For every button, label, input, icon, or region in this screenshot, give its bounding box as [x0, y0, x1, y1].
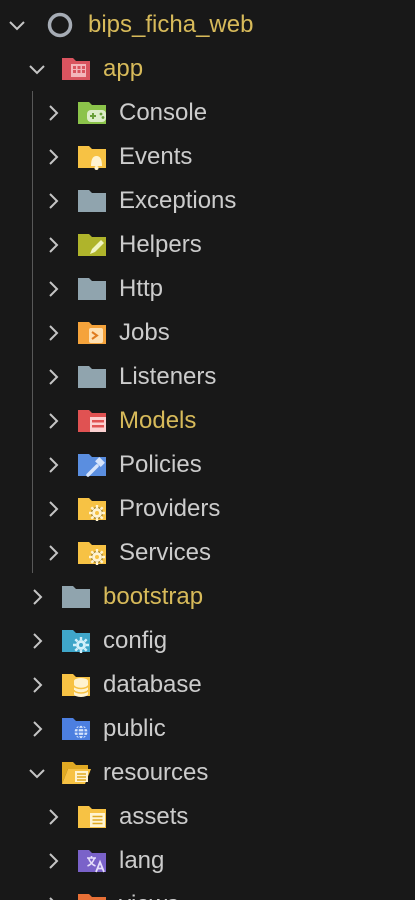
- models-folder-icon: [76, 406, 108, 436]
- tree-item-label: Services: [119, 539, 212, 566]
- chevron-right-icon: [42, 410, 64, 432]
- tree-item-label: Listeners: [119, 363, 217, 390]
- tree-item-label: assets: [119, 803, 189, 830]
- tree-item-http[interactable]: Http: [0, 267, 415, 311]
- tree-item-label: public: [103, 715, 166, 742]
- repo-circle-icon: [44, 10, 76, 40]
- events-folder-icon: [76, 142, 108, 172]
- tree-item-bootstrap[interactable]: bootstrap: [0, 575, 415, 619]
- policies-folder-icon: [76, 450, 108, 480]
- chevron-right-icon: [42, 850, 64, 872]
- public-folder-icon: [60, 714, 92, 744]
- console-folder-icon: [76, 98, 108, 128]
- tree-item-label: lang: [119, 847, 165, 874]
- chevron-right-icon: [26, 586, 48, 608]
- tree-item-listeners[interactable]: Listeners: [0, 355, 415, 399]
- folder-icon: [76, 362, 108, 392]
- views-folder-icon: [76, 890, 108, 900]
- tree-item-providers[interactable]: Providers: [0, 487, 415, 531]
- helpers-folder-icon: [76, 230, 108, 260]
- folder-icon: [60, 582, 92, 612]
- chevron-right-icon: [42, 454, 64, 476]
- chevron-right-icon: [42, 278, 64, 300]
- chevron-right-icon: [42, 146, 64, 168]
- tree-item-label: views: [119, 883, 179, 900]
- tree-item-assets[interactable]: assets: [0, 795, 415, 839]
- tree-item-console[interactable]: Console: [0, 91, 415, 135]
- tree-item-public[interactable]: public: [0, 707, 415, 751]
- database-folder-icon: [60, 670, 92, 700]
- tree-item-policies[interactable]: Policies: [0, 443, 415, 487]
- tree-item-label: database: [103, 671, 202, 698]
- tree-item-lang[interactable]: lang: [0, 839, 415, 883]
- chevron-right-icon: [42, 102, 64, 124]
- folder-icon: [76, 274, 108, 304]
- tree-item-config[interactable]: config: [0, 619, 415, 663]
- lang-folder-icon: [76, 846, 108, 876]
- chevron-right-icon: [42, 366, 64, 388]
- tree-item-label: Console: [119, 99, 208, 126]
- tree-item-label: Policies: [119, 451, 202, 478]
- tree-item-services[interactable]: Services: [0, 531, 415, 575]
- tree-item-label: Models: [119, 407, 197, 434]
- chevron-right-icon: [42, 190, 64, 212]
- chevron-down-icon: [26, 58, 48, 80]
- tree-item-label: Helpers: [119, 231, 202, 258]
- tree-item-exceptions[interactable]: Exceptions: [0, 179, 415, 223]
- folder-icon: [76, 186, 108, 216]
- tree-item-bips-ficha-web[interactable]: bips_ficha_web: [0, 3, 415, 47]
- providers-folder-icon: [76, 494, 108, 524]
- tree-item-database[interactable]: database: [0, 663, 415, 707]
- chevron-right-icon: [26, 630, 48, 652]
- file-explorer: bips_ficha_web app Console Events Except…: [0, 0, 415, 900]
- chevron-right-icon: [42, 806, 64, 828]
- chevron-down-icon: [26, 762, 48, 784]
- tree-item-label: resources: [103, 759, 209, 786]
- app-folder-icon: [60, 54, 92, 84]
- tree-item-label: bips_ficha_web: [88, 11, 254, 38]
- tree-item-resources[interactable]: resources: [0, 751, 415, 795]
- tree-item-views[interactable]: views: [0, 883, 415, 900]
- tree-item-label: Events: [119, 143, 193, 170]
- tree-item-label: bootstrap: [103, 583, 204, 610]
- tree-item-models[interactable]: Models: [0, 399, 415, 443]
- chevron-right-icon: [42, 542, 64, 564]
- tree-item-app[interactable]: app: [0, 47, 415, 91]
- tree-item-jobs[interactable]: Jobs: [0, 311, 415, 355]
- tree-item-label: Exceptions: [119, 187, 237, 214]
- chevron-right-icon: [42, 498, 64, 520]
- services-folder-icon: [76, 538, 108, 568]
- assets-folder-icon: [76, 802, 108, 832]
- chevron-right-icon: [42, 322, 64, 344]
- jobs-folder-icon: [76, 318, 108, 348]
- chevron-right-icon: [26, 718, 48, 740]
- tree-item-label: Jobs: [119, 319, 170, 346]
- tree-item-label: app: [103, 55, 144, 82]
- tree-item-label: Http: [119, 275, 164, 302]
- tree-item-events[interactable]: Events: [0, 135, 415, 179]
- resources-folder-open-icon: [60, 758, 92, 788]
- tree-item-label: Providers: [119, 495, 221, 522]
- chevron-right-icon: [42, 234, 64, 256]
- chevron-right-icon: [26, 674, 48, 696]
- tree-item-label: config: [103, 627, 168, 654]
- chevron-down-icon: [6, 14, 28, 36]
- config-folder-icon: [60, 626, 92, 656]
- tree-item-helpers[interactable]: Helpers: [0, 223, 415, 267]
- chevron-right-icon: [42, 894, 64, 900]
